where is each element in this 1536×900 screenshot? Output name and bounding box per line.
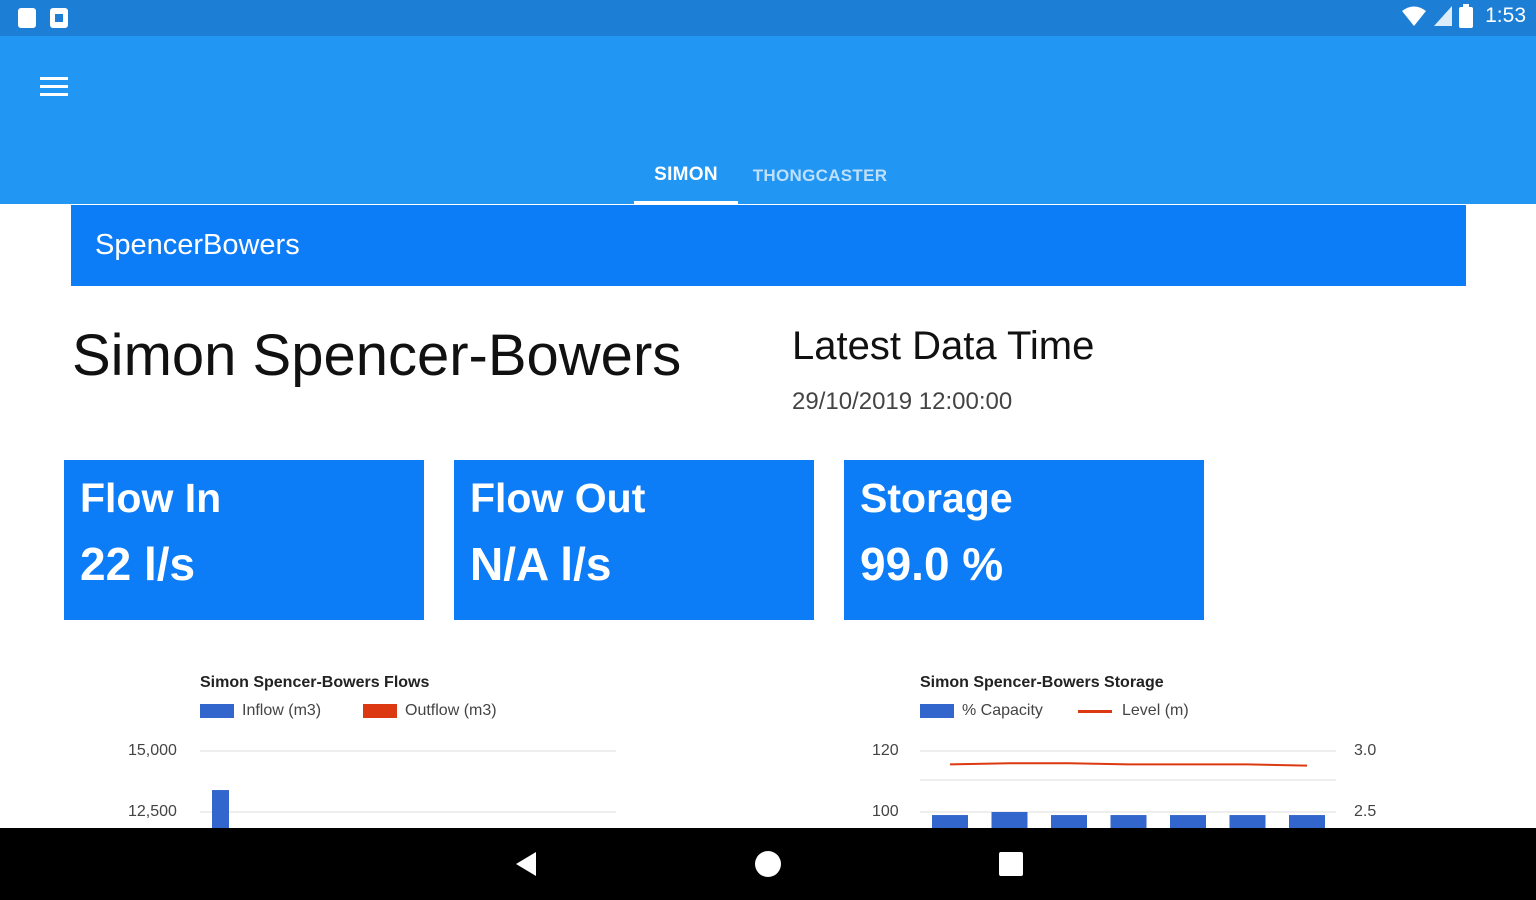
storage-plot-area <box>920 750 1336 828</box>
card-value: 22 l/s <box>80 538 196 590</box>
status-bar: 1:53 <box>0 0 1536 36</box>
y-tick-label: 12,500 <box>128 803 177 820</box>
inflow-bar <box>212 790 229 828</box>
card-value: 99.0 % <box>860 538 1004 590</box>
capacity-bar <box>1170 815 1206 828</box>
storage-chart: Simon Spencer-Bowers Storage % Capacity … <box>860 668 1400 828</box>
card-title: Flow In <box>80 475 222 521</box>
signal-icon <box>1434 6 1453 26</box>
battery-icon <box>1459 4 1474 28</box>
capacity-bar <box>991 812 1028 828</box>
tab-thongcaster[interactable]: THONGCASTER <box>738 148 902 204</box>
sd-card-icon <box>18 8 36 28</box>
status-notifications <box>18 8 68 28</box>
flows-plot-area <box>200 750 616 828</box>
page-title: Simon Spencer-Bowers <box>72 323 682 388</box>
site-name: SpencerBowers <box>95 229 300 261</box>
status-clock: 1:53 <box>1485 4 1526 27</box>
card-title: Flow Out <box>470 475 646 521</box>
y-right-tick-label: 3.0 <box>1354 742 1377 759</box>
capacity-bar <box>1051 815 1087 828</box>
system-nav-bar <box>0 828 1536 900</box>
capacity-bar <box>1229 815 1266 828</box>
y-right-tick-label: 2.5 <box>1354 803 1377 820</box>
wifi-icon <box>1402 6 1427 26</box>
latest-data-time-label: Latest Data Time <box>792 324 1095 368</box>
tab-bar: SIMON THONGCASTER <box>634 148 902 204</box>
y-left-tick-label: 100 <box>872 803 899 820</box>
flows-chart: Simon Spencer-Bowers Flows Inflow (m3) O… <box>120 668 640 828</box>
level-line <box>949 762 1308 767</box>
y-left-tick-label: 120 <box>872 742 899 759</box>
y-tick-label: 15,000 <box>128 742 177 759</box>
status-indicators: 1:53 <box>1401 4 1526 28</box>
tab-simon[interactable]: SIMON <box>634 148 738 204</box>
home-icon[interactable] <box>755 851 781 877</box>
capacity-bar <box>1110 815 1147 828</box>
card-title: Storage <box>860 475 1013 521</box>
notification-icon <box>50 8 68 28</box>
hamburger-menu-icon[interactable] <box>36 72 74 102</box>
app-bar: SIMON THONGCASTER <box>0 36 1536 204</box>
capacity-bar <box>932 815 968 828</box>
site-banner[interactable]: SpencerBowers <box>71 205 1466 286</box>
flow-out-card[interactable]: Flow Out N/A l/s <box>454 460 814 620</box>
storage-card[interactable]: Storage 99.0 % <box>844 460 1204 620</box>
capacity-bar <box>1289 815 1325 828</box>
back-icon[interactable] <box>512 850 540 878</box>
latest-data-time-value: 29/10/2019 12:00:00 <box>792 388 1013 415</box>
flow-in-card[interactable]: Flow In 22 l/s <box>64 460 424 620</box>
card-value: N/A l/s <box>470 538 612 590</box>
recent-apps-icon[interactable] <box>999 852 1023 876</box>
